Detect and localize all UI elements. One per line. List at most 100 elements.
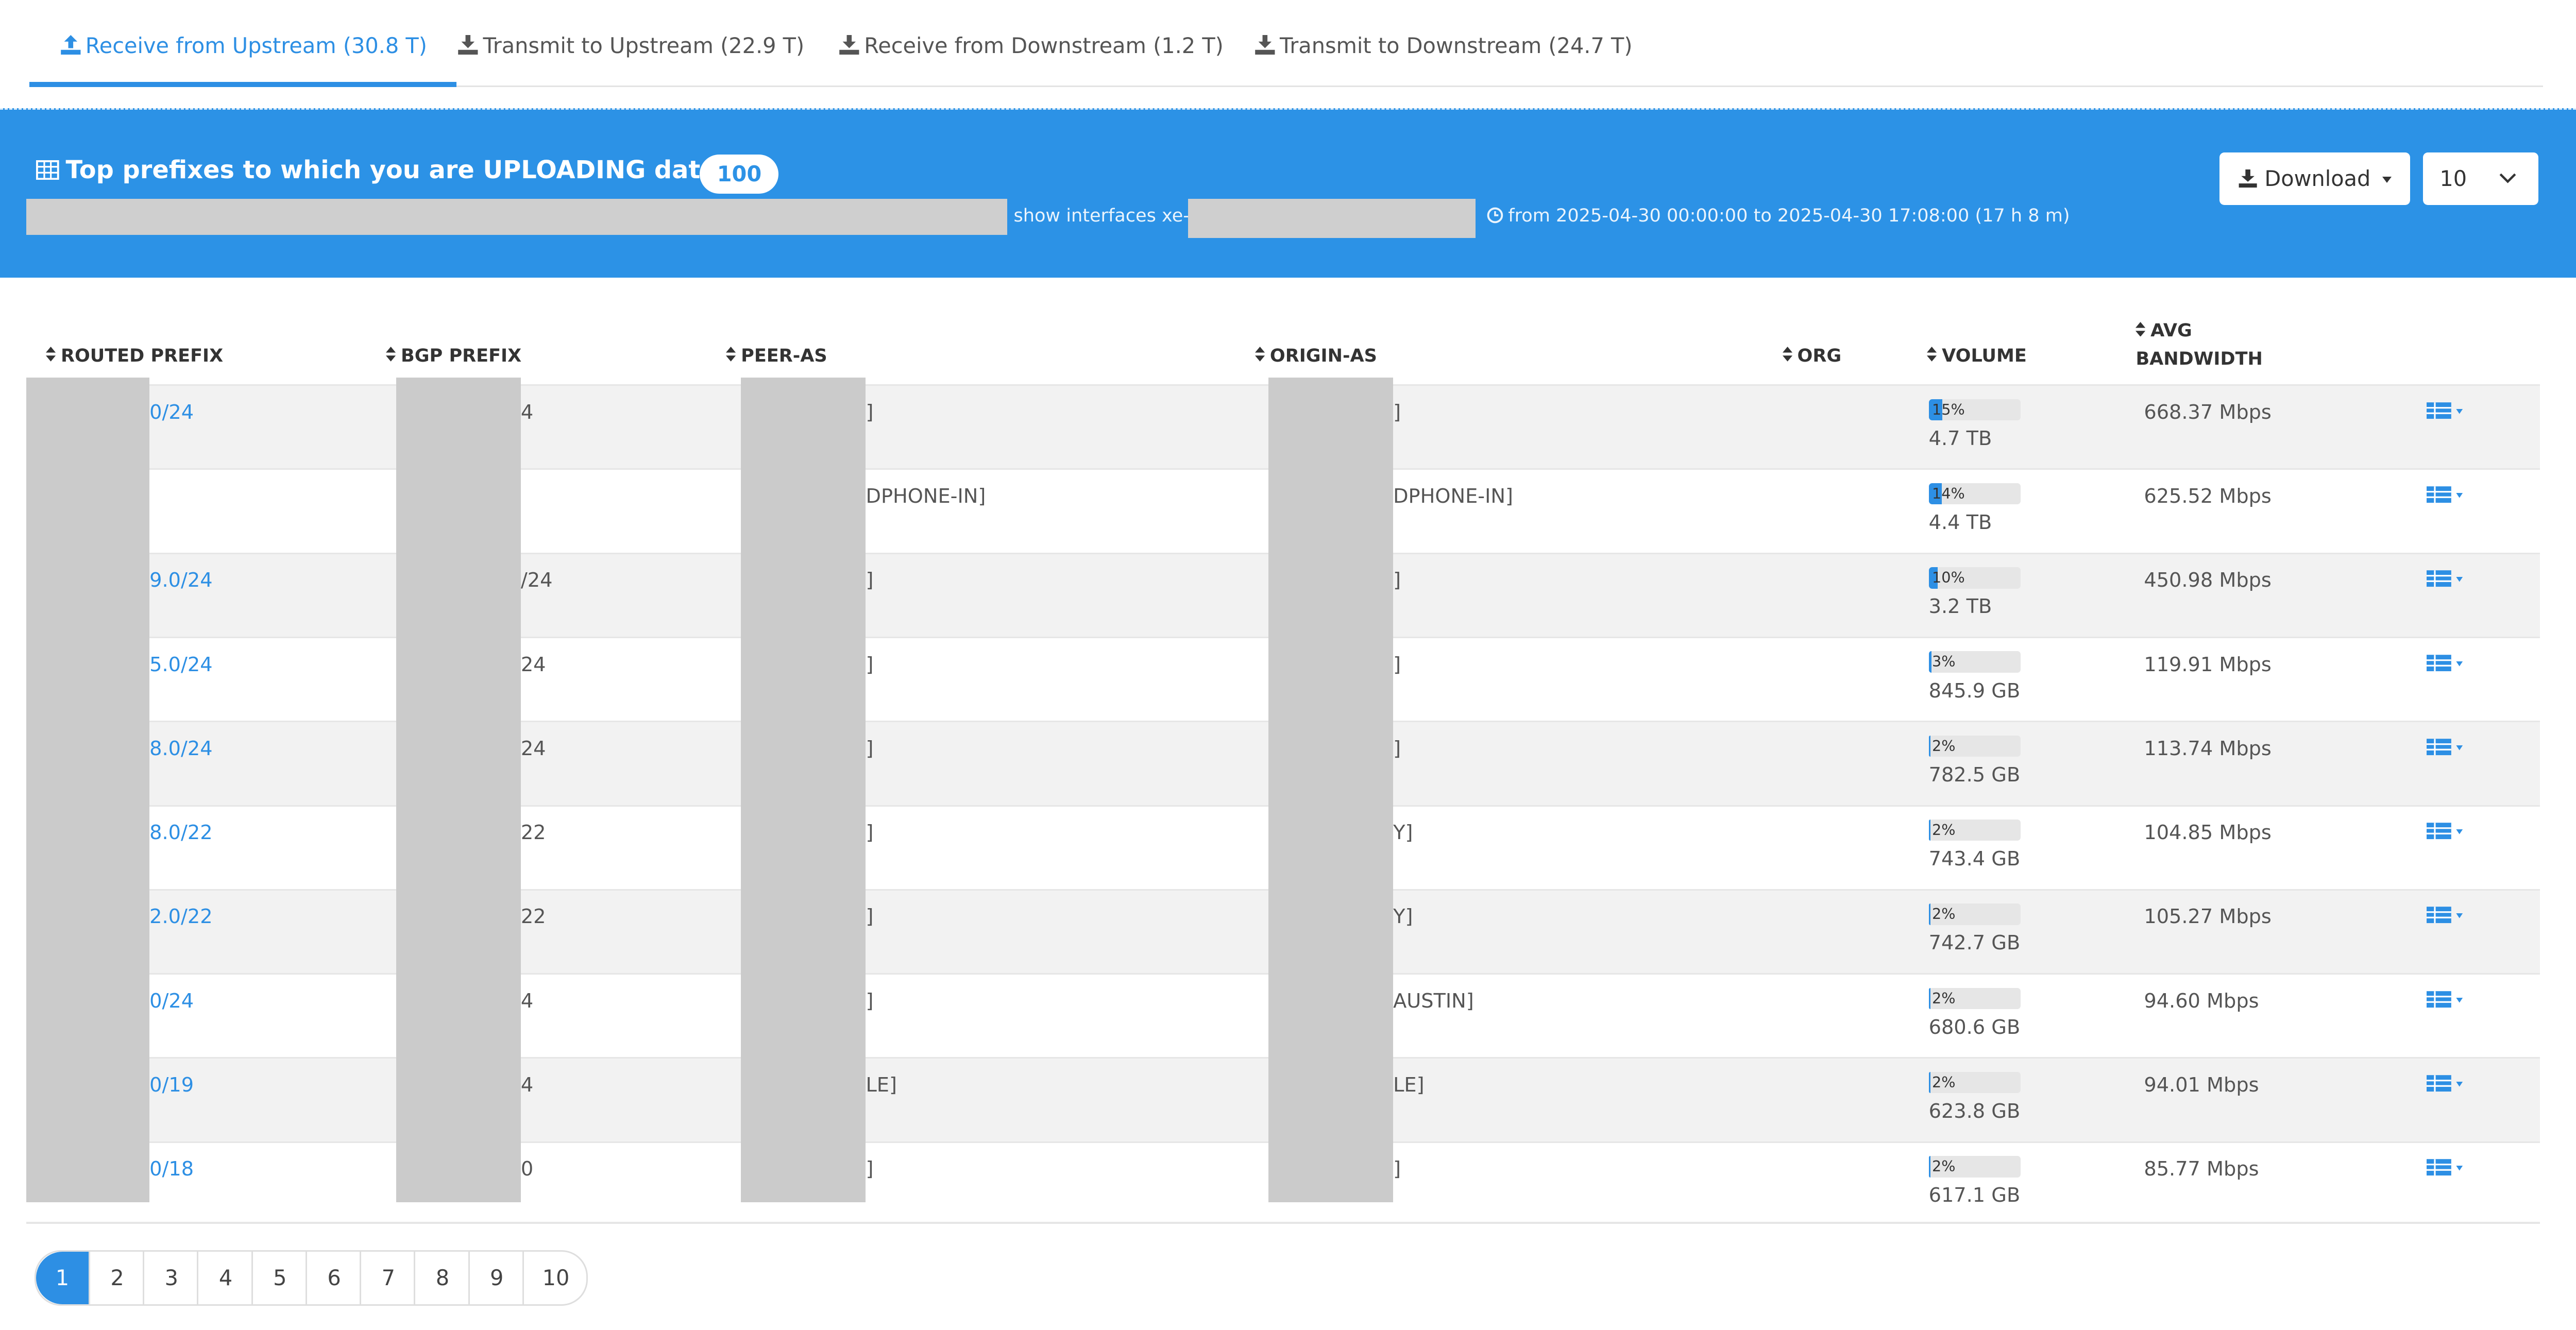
peer-as-cell: LE] bbox=[866, 1073, 897, 1097]
download-icon bbox=[2239, 169, 2258, 188]
volume-percent-text: 2% bbox=[1932, 821, 1956, 839]
page-8-button[interactable]: 8 bbox=[414, 1251, 469, 1304]
bgp-prefix-cell: /24 bbox=[520, 569, 553, 592]
peer-as-cell: ] bbox=[866, 400, 874, 424]
redacted-origin-as-column bbox=[1268, 378, 1394, 1203]
column-header-avg-bandwidth[interactable]: AVG BANDWIDTH bbox=[2136, 317, 2263, 372]
peer-as-cell: ] bbox=[866, 653, 874, 676]
tab-receive-from-upstream[interactable]: Receive from Upstream (30.8 T) bbox=[29, 0, 457, 87]
origin-as-cell: ] bbox=[1393, 1157, 1401, 1181]
volume-percent-fill bbox=[1928, 820, 1931, 841]
column-header-org[interactable]: ORG bbox=[1782, 345, 1841, 366]
tab-transmit-to-downstream[interactable]: Transmit to Downstream (24.7 T) bbox=[1253, 0, 1633, 86]
volume-percent-text: 14% bbox=[1932, 484, 1965, 502]
column-header-routed-prefix[interactable]: ROUTED PREFIX bbox=[46, 345, 223, 366]
page-1-button[interactable]: 1 bbox=[36, 1251, 89, 1304]
row-actions-menu-icon[interactable] bbox=[2426, 905, 2469, 925]
chevron-down-icon bbox=[2499, 173, 2516, 183]
peer-as-cell: ] bbox=[866, 569, 874, 592]
routed-prefix-link[interactable]: 0/24 bbox=[149, 401, 194, 424]
volume-value: 623.8 GB bbox=[1928, 1100, 2021, 1123]
download-button[interactable]: Download bbox=[2219, 152, 2410, 206]
tab-transmit-to-upstream[interactable]: Transmit to Upstream (22.9 T) bbox=[456, 0, 804, 86]
page-9-button[interactable]: 9 bbox=[468, 1251, 524, 1304]
row-actions-menu-icon[interactable] bbox=[2426, 653, 2469, 673]
column-header-origin-as[interactable]: ORIGIN-AS bbox=[1255, 345, 1377, 366]
sort-icon bbox=[386, 346, 396, 362]
volume-percent-text: 2% bbox=[1932, 989, 1956, 1007]
peer-as-cell: DPHONE-IN] bbox=[866, 485, 986, 508]
row-actions-menu-icon[interactable] bbox=[2426, 485, 2469, 504]
bgp-prefix-cell: 24 bbox=[520, 653, 546, 676]
page-size-select[interactable]: 10 bbox=[2423, 152, 2538, 206]
avg-bandwidth-value: 113.74 Mbps bbox=[2144, 737, 2272, 760]
result-count-badge: 100 bbox=[700, 154, 779, 194]
upload-icon bbox=[60, 35, 81, 55]
sort-icon bbox=[2136, 321, 2146, 337]
volume-value: 680.6 GB bbox=[1928, 1015, 2021, 1039]
row-actions-menu-icon[interactable] bbox=[2426, 1073, 2469, 1093]
routed-prefix-link[interactable]: 0/18 bbox=[149, 1157, 194, 1181]
page-7-button[interactable]: 7 bbox=[360, 1251, 415, 1304]
routed-prefix-link[interactable]: 5.0/24 bbox=[149, 653, 212, 676]
bgp-prefix-cell: 22 bbox=[520, 905, 546, 929]
peer-as-cell: ] bbox=[866, 737, 874, 760]
row-actions-menu-icon[interactable] bbox=[2426, 401, 2469, 420]
column-header-bgp-prefix[interactable]: BGP PREFIX bbox=[386, 345, 521, 366]
row-actions-menu-icon[interactable] bbox=[2426, 569, 2469, 588]
volume-percent-text: 2% bbox=[1932, 737, 1956, 755]
peer-as-cell: ] bbox=[866, 1157, 874, 1181]
page-4-button[interactable]: 4 bbox=[197, 1251, 252, 1304]
origin-as-cell: Y] bbox=[1393, 905, 1413, 929]
volume-value: 617.1 GB bbox=[1928, 1184, 2021, 1207]
column-header-volume[interactable]: VOLUME bbox=[1927, 345, 2027, 366]
redacted-peer-as-column bbox=[741, 378, 866, 1203]
volume-percent-fill bbox=[1928, 987, 1931, 1009]
interfaces-label: show interfaces xe- bbox=[1013, 205, 1190, 227]
avg-bandwidth-value: 625.52 Mbps bbox=[2144, 485, 2272, 508]
page-6-button[interactable]: 6 bbox=[305, 1251, 361, 1304]
volume-percent-text: 10% bbox=[1932, 569, 1965, 587]
peer-as-cell: ] bbox=[866, 989, 874, 1013]
routed-prefix-link[interactable]: 0/19 bbox=[149, 1073, 194, 1097]
row-actions-menu-icon[interactable] bbox=[2426, 1157, 2469, 1177]
volume-value: 782.5 GB bbox=[1928, 763, 2021, 787]
bgp-prefix-cell: 4 bbox=[520, 989, 534, 1013]
table-bottom-border bbox=[26, 1222, 2540, 1224]
routed-prefix-link[interactable]: 8.0/22 bbox=[149, 821, 212, 844]
page-3-button[interactable]: 3 bbox=[143, 1251, 198, 1304]
page-2-button[interactable]: 2 bbox=[88, 1251, 144, 1304]
origin-as-cell: Y] bbox=[1393, 821, 1413, 845]
peer-as-cell: ] bbox=[866, 821, 874, 845]
volume-percent-bar: 10% bbox=[1928, 567, 2021, 589]
volume-value: 845.9 GB bbox=[1928, 679, 2021, 703]
row-actions-menu-icon[interactable] bbox=[2426, 737, 2469, 757]
volume-value: 743.4 GB bbox=[1928, 847, 2021, 871]
avg-bandwidth-value: 94.60 Mbps bbox=[2144, 989, 2259, 1013]
routed-prefix-link[interactable]: 9.0/24 bbox=[149, 569, 212, 592]
row-actions-menu-icon[interactable] bbox=[2426, 990, 2469, 1009]
avg-bandwidth-value: 85.77 Mbps bbox=[2144, 1157, 2259, 1181]
volume-percent-bar: 2% bbox=[1928, 735, 2021, 757]
bgp-prefix-cell: 4 bbox=[520, 400, 534, 424]
avg-bandwidth-value: 104.85 Mbps bbox=[2144, 821, 2272, 845]
page-10-button[interactable]: 10 bbox=[522, 1251, 588, 1304]
bgp-prefix-cell: 0 bbox=[520, 1157, 534, 1181]
report-title: Top prefixes to which you are UPLOADING … bbox=[36, 156, 717, 184]
tab-receive-from-downstream[interactable]: Receive from Downstream (1.2 T) bbox=[838, 0, 1224, 86]
row-actions-menu-icon[interactable] bbox=[2426, 821, 2469, 841]
bgp-prefix-cell: 22 bbox=[520, 821, 546, 845]
column-header-peer-as[interactable]: PEER-AS bbox=[726, 345, 827, 366]
peer-as-cell: ] bbox=[866, 905, 874, 929]
routed-prefix-link[interactable]: 8.0/24 bbox=[149, 737, 212, 760]
tab-bar: Receive from Upstream (30.8 T) Transmit … bbox=[29, 0, 2544, 87]
download-icon bbox=[839, 35, 859, 55]
avg-bandwidth-value: 94.01 Mbps bbox=[2144, 1073, 2259, 1097]
routed-prefix-link[interactable]: 2.0/22 bbox=[149, 905, 212, 928]
avg-bandwidth-value: 105.27 Mbps bbox=[2144, 905, 2272, 929]
volume-percent-bar: 15% bbox=[1928, 399, 2021, 421]
page-5-button[interactable]: 5 bbox=[251, 1251, 307, 1304]
tab-label: Receive from Upstream (30.8 T) bbox=[85, 33, 427, 58]
routed-prefix-link[interactable]: 0/24 bbox=[149, 990, 194, 1013]
sort-icon bbox=[1782, 346, 1792, 362]
